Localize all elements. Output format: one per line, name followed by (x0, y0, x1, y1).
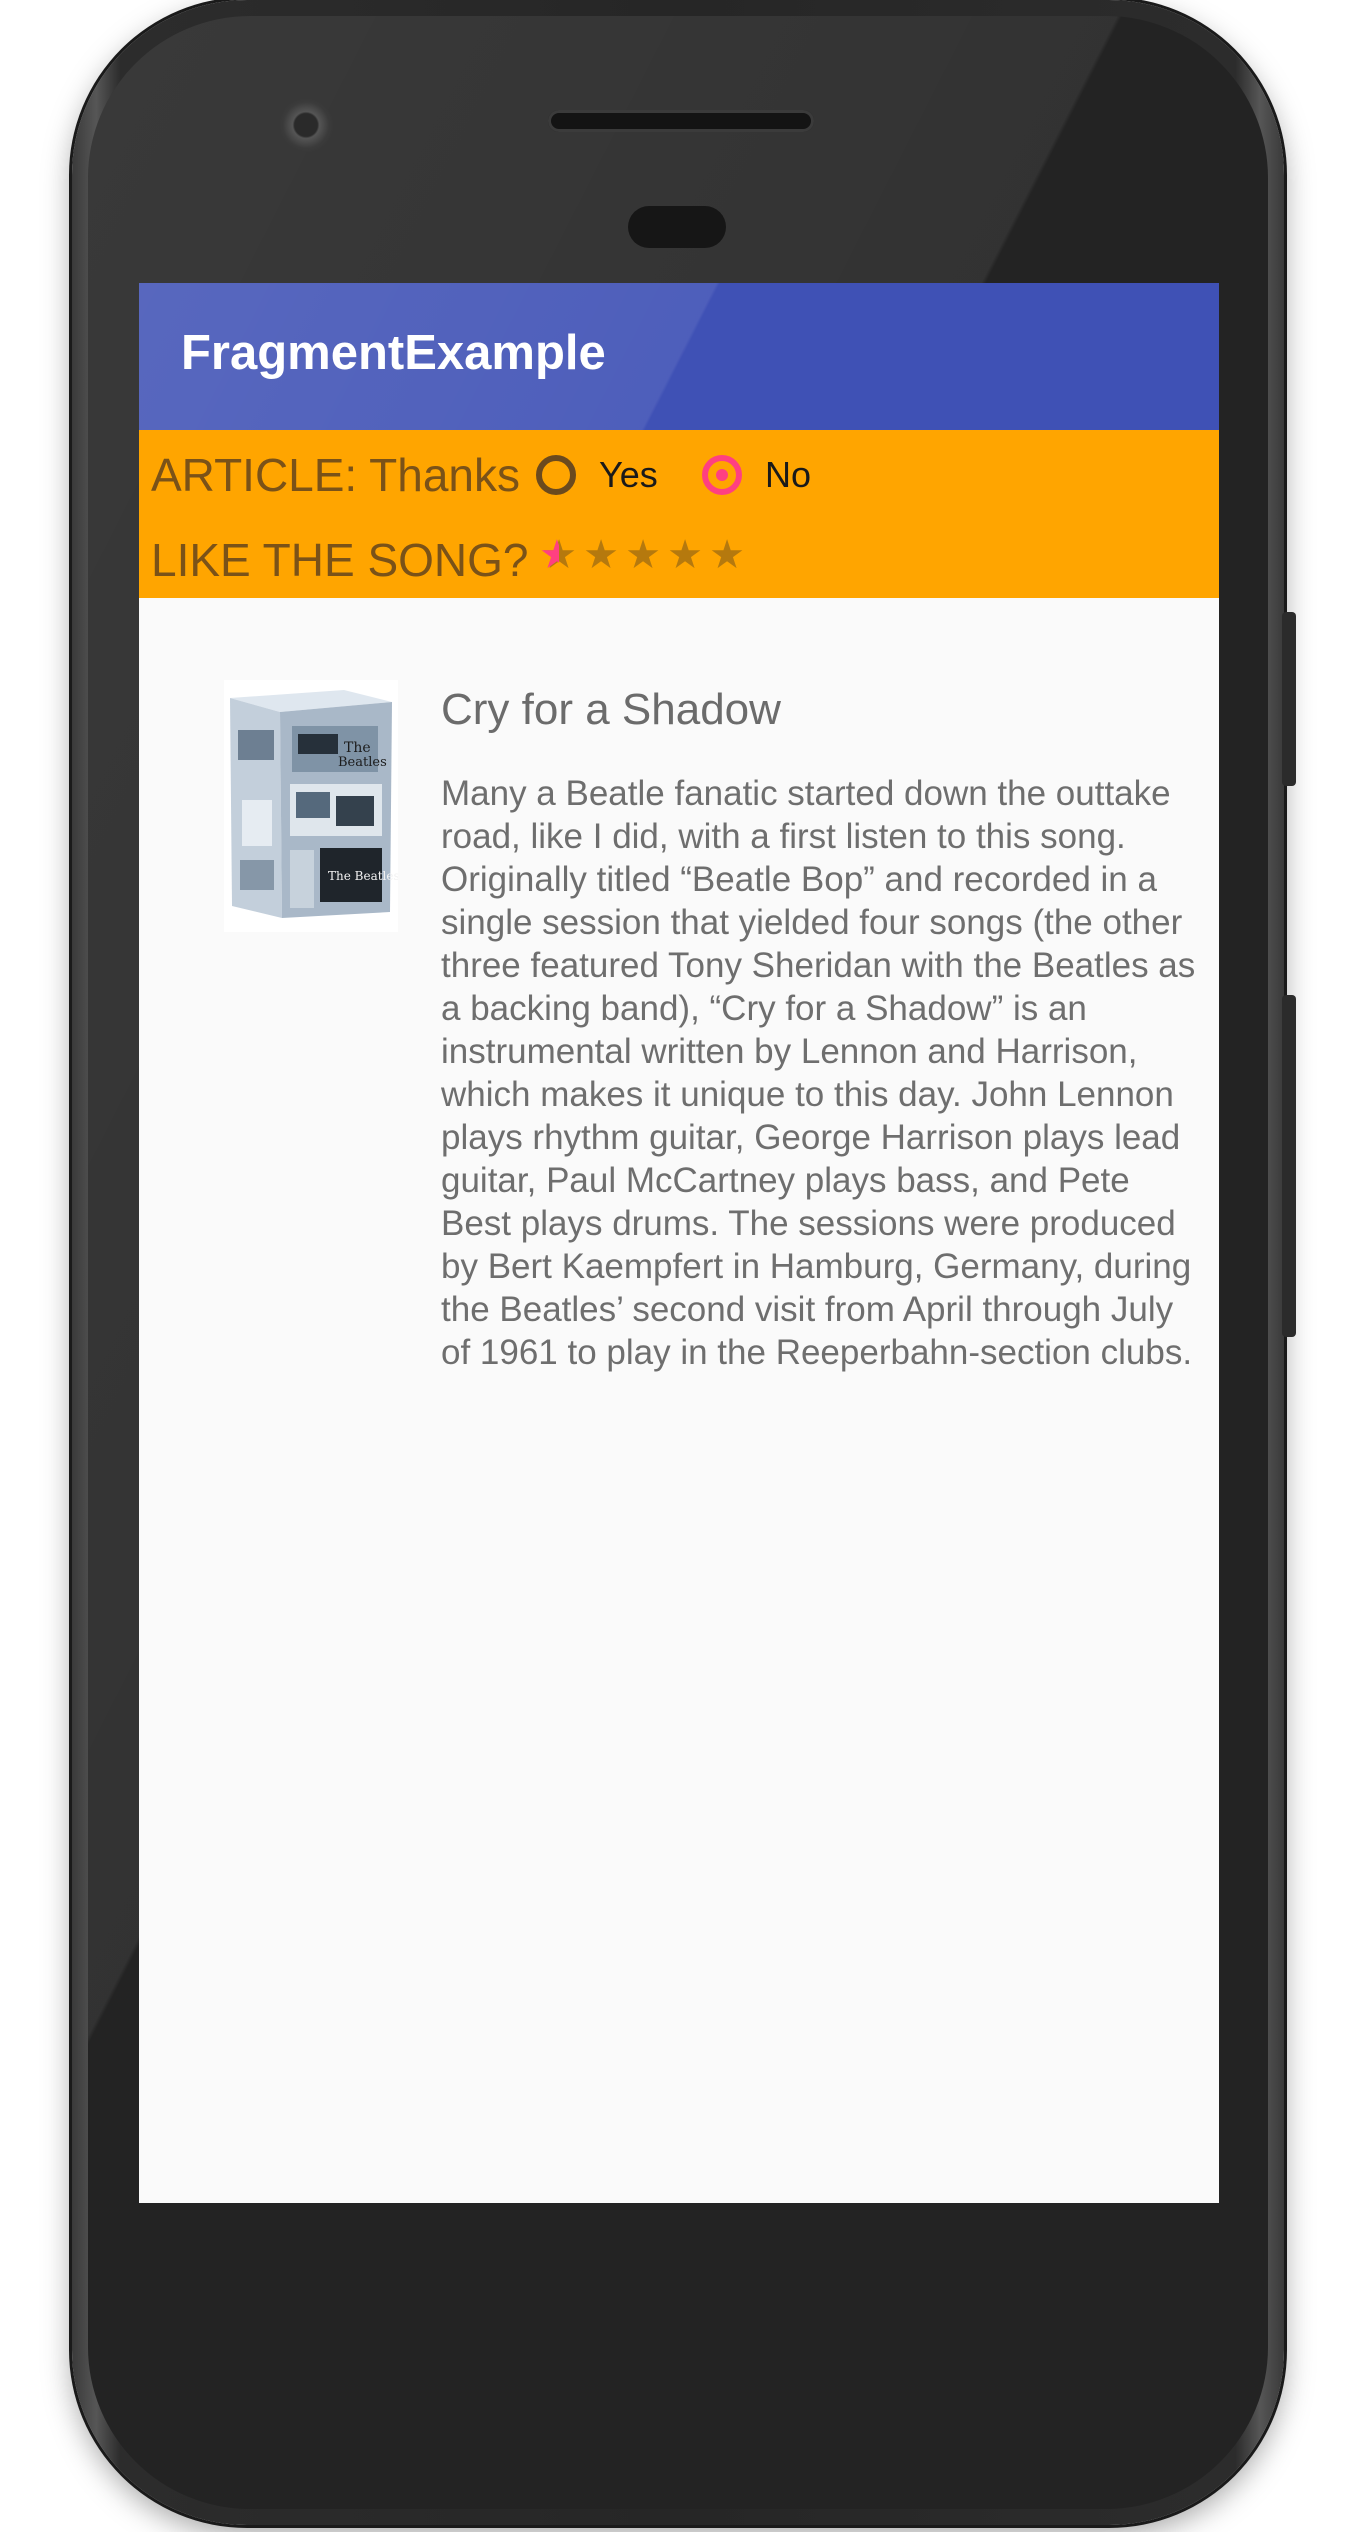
device-screen: FragmentExample ARTICLE: Thanks Yes No L… (139, 283, 1219, 2203)
radio-no-label[interactable]: No (765, 454, 811, 496)
star-icon[interactable]: ★ (539, 535, 579, 575)
article-title: Cry for a Shadow (441, 685, 781, 734)
song-rating-bar[interactable]: ★ ★ ★ ★ ★ (539, 535, 747, 575)
star-icon[interactable]: ★ (665, 535, 705, 575)
rating-label: LIKE THE SONG? (151, 534, 529, 586)
svg-text:The Beatles: The Beatles (328, 869, 398, 883)
article-label: ARTICLE: Thanks (151, 449, 521, 501)
radio-yes[interactable]: Yes (536, 448, 658, 502)
star-icon[interactable]: ★ (707, 535, 747, 575)
radio-unchecked-icon[interactable] (536, 455, 576, 495)
app-title: FragmentExample (181, 326, 606, 380)
earpiece-speaker (548, 110, 814, 132)
svg-text:Beatles: Beatles (338, 755, 387, 770)
star-icon[interactable]: ★ (623, 535, 663, 575)
radio-checked-icon[interactable] (702, 455, 742, 495)
power-button (1282, 995, 1296, 1337)
proximity-sensor (628, 206, 726, 248)
front-camera-icon (279, 98, 333, 152)
volume-button (1282, 612, 1296, 786)
album-art-image: The Beatles The Beatles (224, 680, 398, 932)
app-bar: FragmentExample (139, 283, 1219, 430)
article-body: Many a Beatle fanatic started down the o… (441, 774, 1196, 1372)
radio-no[interactable]: No (702, 448, 811, 502)
svg-text:The: The (344, 740, 371, 756)
star-icon[interactable]: ★ (581, 535, 621, 575)
radio-yes-label[interactable]: Yes (599, 454, 658, 496)
header-fragment: ARTICLE: Thanks Yes No LIKE THE SONG? ★ ★… (139, 430, 1219, 598)
